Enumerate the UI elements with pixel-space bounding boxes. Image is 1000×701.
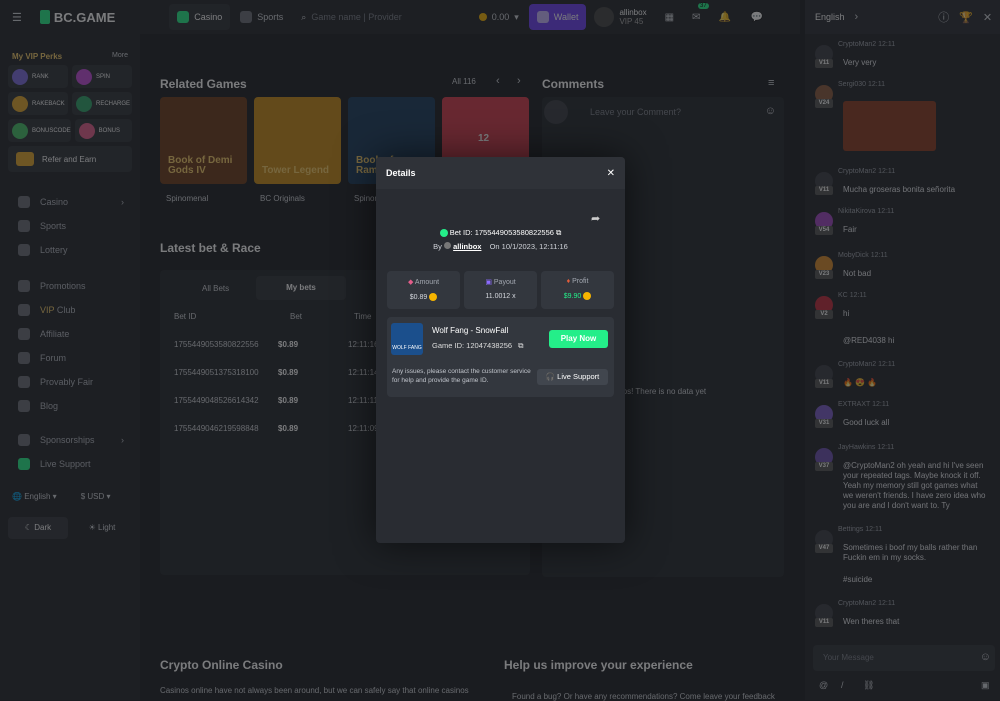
game-thumbnail[interactable]: WOLF FANG — [391, 323, 423, 355]
amount-icon: ◆ — [407, 279, 414, 286]
close-icon[interactable]: ✕ — [607, 168, 615, 179]
payout-stat: ▣ Payout 11.0012 x — [464, 271, 537, 309]
copy-icon[interactable]: ⧉ — [518, 341, 523, 350]
profit-stat: ♦ Profit $9.90 — [541, 271, 614, 309]
check-shield-icon — [439, 229, 448, 238]
headset-icon: 🎧 — [545, 372, 556, 381]
user-avatar-icon — [444, 242, 452, 249]
coin-icon — [583, 292, 592, 300]
share-icon[interactable]: ➦ — [591, 212, 600, 225]
payout-icon: ▣ — [485, 279, 492, 286]
issue-text: Any issues, please contact the customer … — [392, 368, 531, 384]
modal-title: Details — [386, 168, 416, 178]
amount-stat: ◆ Amount $0.89 — [387, 271, 460, 309]
coin-icon — [429, 293, 438, 301]
bet-date: On 10/1/2023, 12:11:16 — [489, 242, 568, 251]
payout-value: 11.0012 x — [485, 293, 516, 300]
by-label: By — [433, 242, 442, 251]
profit-label: Profit — [572, 278, 589, 285]
bet-id-line: Bet ID: 1755449053580822556 ⧉ — [376, 228, 625, 238]
payout-label: Payout — [493, 279, 516, 286]
bet-id: Bet ID: 1755449053580822556 — [449, 228, 554, 237]
game-name[interactable]: Wolf Fang - SnowFall — [432, 326, 508, 335]
live-support-button[interactable]: 🎧 Live Support — [537, 369, 608, 385]
bet-details-modal: Details ✕ ➦ Bet ID: 1755449053580822556 … — [376, 157, 625, 543]
amount-value: $0.89 — [409, 293, 428, 301]
bet-user[interactable]: allinbox — [453, 242, 481, 251]
live-support-label: Live Support — [557, 372, 600, 381]
bet-by-line: By allinbox On 10/1/2023, 12:11:16 — [376, 242, 625, 251]
game-thumb-text: WOLF FANG — [392, 345, 422, 351]
play-now-button[interactable]: Play Now — [549, 330, 608, 348]
copy-icon[interactable]: ⧉ — [556, 228, 561, 237]
amount-label: Amount — [414, 279, 440, 286]
game-id: Game ID: 12047438256 — [432, 341, 513, 350]
game-info-card: WOLF FANG Wolf Fang - SnowFall Game ID: … — [387, 317, 614, 397]
profit-value: $9.90 — [563, 292, 582, 300]
game-id-line: Game ID: 12047438256 ⧉ — [432, 341, 524, 351]
modal-header: Details ✕ — [376, 157, 625, 189]
profit-icon: ♦ — [566, 278, 571, 285]
